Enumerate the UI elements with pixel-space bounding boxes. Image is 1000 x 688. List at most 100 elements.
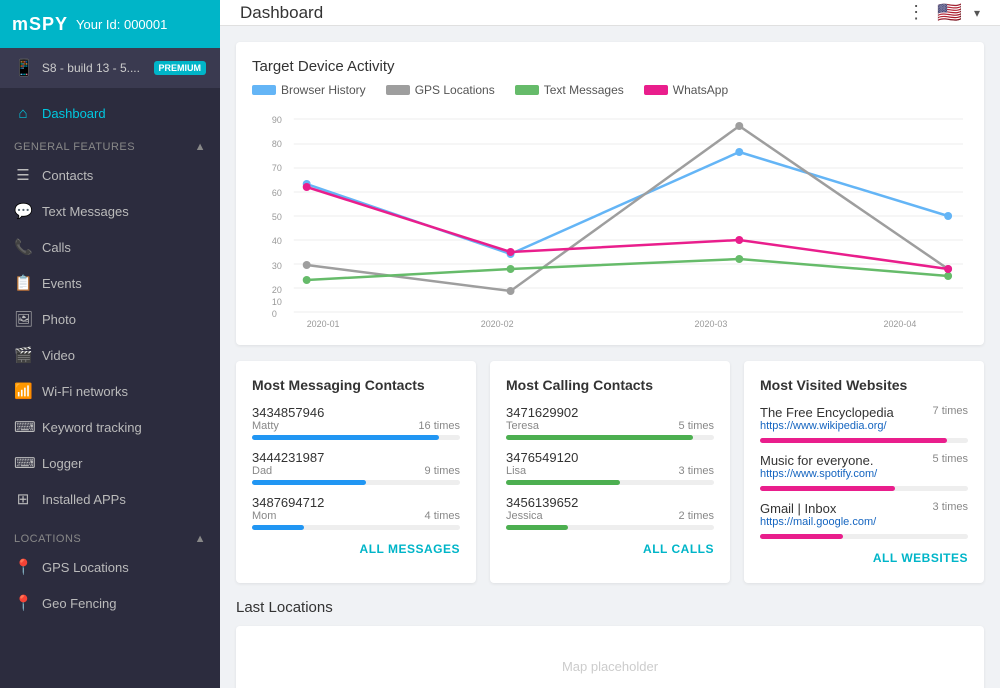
messaging-number-1: 3444231987: [252, 450, 460, 465]
sidebar-item-contacts-label: Contacts: [42, 168, 93, 183]
sidebar-item-gps-label: GPS Locations: [42, 560, 129, 575]
websites-footer: ALL WEBSITES: [760, 549, 968, 567]
locations-placeholder: Map placeholder: [562, 659, 658, 674]
calling-times-0: 5 times: [679, 420, 714, 432]
legend-label-whatsapp: WhatsApp: [673, 83, 728, 97]
sidebar-item-video[interactable]: 🎬 Video: [0, 337, 220, 373]
sidebar-item-events[interactable]: 📋 Events: [0, 265, 220, 301]
messaging-bar-0: [252, 435, 439, 440]
calling-name-1: Lisa: [506, 465, 526, 477]
messaging-name-2: Mom: [252, 510, 276, 522]
messages-icon: 💬: [14, 202, 32, 220]
website-times-0: 7 times: [933, 405, 968, 417]
line-chart-svg: 90 80 70 60 50 40 30 20 10 0: [252, 109, 968, 329]
website-url-2[interactable]: https://mail.google.com/: [760, 516, 876, 528]
svg-text:80: 80: [272, 139, 282, 149]
website-times-1: 5 times: [933, 453, 968, 465]
legend-label-browser: Browser History: [281, 83, 366, 97]
messaging-bar-2: [252, 525, 304, 530]
activity-chart-card: Target Device Activity Browser History G…: [236, 42, 984, 345]
home-icon: ⌂: [14, 105, 32, 122]
website-url-1[interactable]: https://www.spotify.com/: [760, 468, 877, 480]
video-icon: 🎬: [14, 346, 32, 364]
svg-text:30: 30: [272, 261, 282, 271]
website-item-1: Music for everyone. https://www.spotify.…: [760, 453, 968, 491]
device-bar: 📱 S8 - build 13 - 5.... PREMIUM: [0, 48, 220, 88]
sidebar-item-apps[interactable]: ⊞ Installed APPs: [0, 481, 220, 517]
all-calls-link[interactable]: ALL CALLS: [643, 542, 714, 556]
page-title: Dashboard: [240, 3, 323, 23]
device-icon: 📱: [14, 58, 34, 78]
sidebar-item-logger-label: Logger: [42, 456, 82, 471]
legend-texts: Text Messages: [515, 83, 624, 97]
website-times-2: 3 times: [933, 501, 968, 513]
sidebar-item-apps-label: Installed APPs: [42, 492, 126, 507]
sidebar-item-geo-label: Geo Fencing: [42, 596, 116, 611]
messaging-number-2: 3487694712: [252, 495, 460, 510]
calling-footer: ALL CALLS: [506, 540, 714, 558]
legend-label-gps: GPS Locations: [415, 83, 495, 97]
legend-color-whatsapp: [644, 85, 668, 95]
dropdown-arrow[interactable]: ▾: [974, 6, 980, 20]
sidebar-item-text-messages-label: Text Messages: [42, 204, 129, 219]
sidebar-item-wifi[interactable]: 📶 Wi-Fi networks: [0, 373, 220, 409]
chart-title: Target Device Activity: [252, 58, 968, 75]
sidebar-item-contacts[interactable]: ☰ Contacts: [0, 157, 220, 193]
website-item-0: The Free Encyclopedia https://www.wikipe…: [760, 405, 968, 443]
calling-times-2: 2 times: [679, 510, 714, 522]
flag-icon: 🇺🇸: [937, 0, 962, 25]
user-id-label: Your Id: 000001: [76, 17, 167, 32]
website-bar-2: [760, 534, 843, 539]
sidebar-item-text-messages[interactable]: 💬 Text Messages: [0, 193, 220, 229]
general-features-label: GENERAL FEATURES ▲: [0, 131, 220, 157]
all-messages-link[interactable]: ALL MESSAGES: [360, 542, 460, 556]
apps-icon: ⊞: [14, 490, 32, 508]
topbar-actions: ⋮ 🇺🇸 ▾: [907, 0, 980, 25]
geo-icon: 📍: [14, 594, 32, 612]
sidebar-header: mSPY Your Id: 000001: [0, 0, 220, 48]
calls-icon: 📞: [14, 238, 32, 256]
messaging-bar-1: [252, 480, 366, 485]
svg-text:90: 90: [272, 115, 282, 125]
calling-number-2: 3456139652: [506, 495, 714, 510]
chevron-up-icon-2: ▲: [195, 533, 206, 545]
contacts-icon: ☰: [14, 166, 32, 184]
chart-area: 90 80 70 60 50 40 30 20 10 0: [252, 109, 968, 329]
sidebar-item-gps[interactable]: 📍 GPS Locations: [0, 549, 220, 585]
messaging-title: Most Messaging Contacts: [252, 377, 460, 393]
website-bar-0: [760, 438, 947, 443]
svg-text:20: 20: [272, 285, 282, 295]
calling-number-1: 3476549120: [506, 450, 714, 465]
sidebar-item-keyword[interactable]: ⌨ Keyword tracking: [0, 409, 220, 445]
locations-card: Map placeholder: [236, 626, 984, 688]
calling-contact-0: 3471629902 Teresa 5 times: [506, 405, 714, 440]
sidebar-item-calls-label: Calls: [42, 240, 71, 255]
chart-legend: Browser History GPS Locations Text Messa…: [252, 83, 968, 97]
website-title-0: The Free Encyclopedia: [760, 405, 894, 420]
calling-name-0: Teresa: [506, 420, 539, 432]
events-icon: 📋: [14, 274, 32, 292]
sidebar-item-dashboard[interactable]: ⌂ Dashboard: [0, 96, 220, 131]
svg-text:10: 10: [272, 297, 282, 307]
calling-bar-1: [506, 480, 620, 485]
more-options-icon[interactable]: ⋮: [907, 2, 925, 23]
svg-text:60: 60: [272, 188, 282, 198]
last-locations-title: Last Locations: [236, 599, 984, 616]
messaging-number-0: 3434857946: [252, 405, 460, 420]
sidebar: mSPY Your Id: 000001 📱 S8 - build 13 - 5…: [0, 0, 220, 688]
website-url-0[interactable]: https://www.wikipedia.org/: [760, 420, 894, 432]
app-logo: mSPY: [12, 14, 68, 35]
widgets-row: Most Messaging Contacts 3434857946 Matty…: [236, 361, 984, 583]
all-websites-link[interactable]: ALL WEBSITES: [873, 551, 968, 565]
topbar: Dashboard ⋮ 🇺🇸 ▾: [220, 0, 1000, 26]
sidebar-item-photo-label: Photo: [42, 312, 76, 327]
svg-text:0: 0: [272, 309, 277, 319]
sidebar-item-wifi-label: Wi-Fi networks: [42, 384, 128, 399]
sidebar-item-photo[interactable]: 🖼 Photo: [0, 301, 220, 337]
legend-color-texts: [515, 85, 539, 95]
sidebar-item-geo[interactable]: 📍 Geo Fencing: [0, 585, 220, 621]
sidebar-item-events-label: Events: [42, 276, 82, 291]
svg-text:2020-03: 2020-03: [695, 319, 728, 329]
sidebar-item-calls[interactable]: 📞 Calls: [0, 229, 220, 265]
sidebar-item-logger[interactable]: ⌨ Logger: [0, 445, 220, 481]
